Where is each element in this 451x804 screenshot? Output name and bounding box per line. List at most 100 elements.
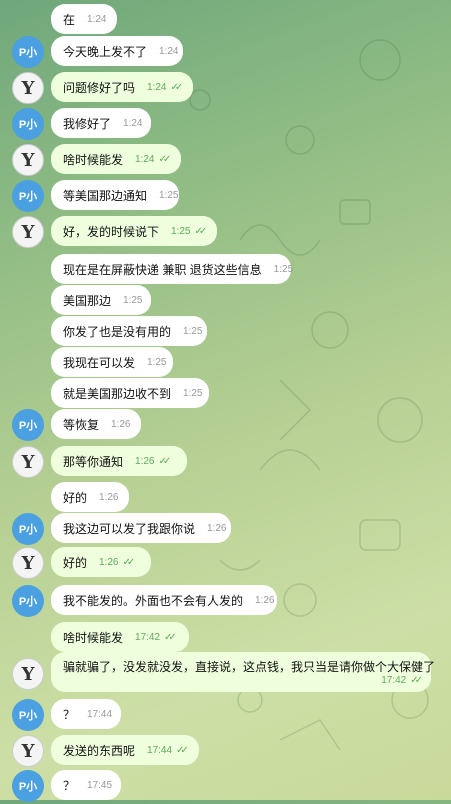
message-time: 1:26 [207, 522, 227, 534]
avatar[interactable]: Y [12, 658, 44, 690]
read-check-icon: ✓✓ [164, 631, 177, 643]
avatar[interactable]: P小 [12, 36, 44, 68]
message-text: 美国那边 [63, 293, 112, 308]
message-row: 好的 1:26 [0, 482, 451, 516]
read-check-icon: ✓✓ [122, 556, 135, 568]
message-bubble[interactable]: 啥时候能发 17:42 ✓✓ [51, 622, 189, 652]
message-bubble[interactable]: 我修好了 1:24 [51, 108, 151, 138]
message-row: Y 问题修好了吗 1:24 ✓✓ [0, 72, 451, 106]
chat-history: 在 1:24 P小 今天晚上发不了 1:24 Y 问题修好了吗 1:24 ✓✓ P小 我… [0, 0, 451, 802]
message-row: P小 我修好了 1:24 [0, 108, 451, 142]
message-bubble[interactable]: 好的 1:26 ✓✓ [51, 547, 151, 577]
message-text: 等美国那边通知 [63, 188, 148, 203]
message-time: 1:25 [183, 325, 203, 337]
read-check-icon: ✓✓ [176, 744, 189, 756]
message-text: 我现在可以发 [63, 355, 136, 370]
message-bubble[interactable]: ？ 17:44 [51, 699, 121, 729]
message-text: ？ [63, 778, 76, 793]
message-bubble[interactable]: 等恢复 1:26 [51, 409, 141, 439]
message-text: 你发了也是没有用的 [63, 324, 172, 339]
message-time: 1:25 [183, 387, 203, 399]
message-row: 啥时候能发 17:42 ✓✓ [0, 622, 451, 656]
message-time: 1:25 [147, 356, 167, 368]
message-text: 好，发的时候说下 [63, 224, 160, 239]
message-text: 问题修好了吗 [63, 80, 136, 95]
message-time: 1:25 [273, 263, 294, 275]
message-time: 1:24 [147, 81, 167, 93]
message-bubble[interactable]: 发送的东西呢 17:44 ✓✓ [51, 735, 199, 765]
message-time: 1:26 [99, 556, 119, 568]
message-bubble[interactable]: 现在是在屏蔽快递 兼职 退货这些信息 1:25 [51, 254, 294, 284]
avatar[interactable]: P小 [12, 585, 44, 617]
message-bubble[interactable]: 我这边可以发了我跟你说 1:26 [51, 513, 231, 543]
message-row: Y 骗就骗了，没发就没发，直接说，这点钱，我只当是请你做个大保健了 17:42 ✓… [0, 652, 451, 696]
message-row: Y 啥时候能发 1:24 ✓✓ [0, 144, 451, 178]
message-text: 今天晚上发不了 [63, 44, 148, 59]
message-bubble[interactable]: 在 1:24 [51, 4, 117, 34]
message-text: 我不能发的。外面也不会有人发的 [63, 593, 244, 608]
message-text: 等恢复 [63, 417, 100, 432]
avatar[interactable]: P小 [12, 180, 44, 212]
message-row: 就是美国那边收不到 1:25 [0, 378, 451, 412]
message-bubble[interactable]: 今天晚上发不了 1:24 [51, 36, 183, 66]
message-row: Y 好的 1:26 ✓✓ [0, 547, 451, 581]
message-time: 1:24 [135, 153, 155, 165]
message-bubble[interactable]: 啥时候能发 1:24 ✓✓ [51, 144, 181, 174]
avatar[interactable]: Y [12, 216, 44, 248]
message-text: 我这边可以发了我跟你说 [63, 521, 196, 536]
message-time: 1:24 [159, 45, 179, 57]
message-time: 1:26 [135, 455, 155, 467]
message-bubble[interactable]: 好的 1:26 [51, 482, 129, 512]
avatar[interactable]: Y [12, 735, 44, 767]
message-text: 骗就骗了，没发就没发，直接说，这点钱，我只当是请你做个大保健了 [63, 660, 436, 674]
read-check-icon: ✓✓ [194, 225, 207, 237]
avatar[interactable]: P小 [12, 108, 44, 140]
message-row: 现在是在屏蔽快递 兼职 退货这些信息 1:25 [0, 254, 451, 288]
message-time: 1:24 [123, 117, 143, 129]
message-bubble[interactable]: 那等你通知 1:26 ✓✓ [51, 446, 187, 476]
message-row: 你发了也是没有用的 1:25 [0, 316, 451, 350]
message-row: P小 我不能发的。外面也不会有人发的 1:26 [0, 585, 451, 619]
message-time: 1:26 [111, 418, 131, 430]
message-row: P小 等恢复 1:26 [0, 409, 451, 443]
avatar[interactable]: Y [12, 72, 44, 104]
message-row: P小 我这边可以发了我跟你说 1:26 [0, 513, 451, 547]
message-row: 我现在可以发 1:25 [0, 347, 451, 381]
read-check-icon: ✓✓ [410, 675, 423, 686]
message-time: 17:42 [135, 631, 161, 643]
read-check-icon: ✓✓ [158, 455, 171, 467]
message-row: Y 好，发的时候说下 1:25 ✓✓ [0, 216, 451, 250]
avatar[interactable]: Y [12, 144, 44, 176]
message-time: 1:26 [99, 491, 119, 503]
message-time: 1:24 [87, 13, 107, 25]
message-bubble[interactable]: 等美国那边通知 1:25 [51, 180, 179, 210]
avatar[interactable]: P小 [12, 409, 44, 441]
message-bubble[interactable]: 问题修好了吗 1:24 ✓✓ [51, 72, 193, 102]
avatar[interactable]: P小 [12, 699, 44, 731]
message-row: Y 那等你通知 1:26 ✓✓ [0, 446, 451, 480]
message-text: 啥时候能发 [63, 630, 124, 645]
message-text: 就是美国那边收不到 [63, 386, 172, 401]
message-row: P小 ？ 17:44 [0, 699, 451, 733]
message-bubble[interactable]: 骗就骗了，没发就没发，直接说，这点钱，我只当是请你做个大保健了 17:42 ✓✓ [51, 652, 435, 692]
read-check-icon: ✓✓ [158, 153, 171, 165]
message-bubble[interactable]: 就是美国那边收不到 1:25 [51, 378, 209, 408]
message-row: P小 今天晚上发不了 1:24 [0, 36, 451, 70]
avatar[interactable]: Y [12, 547, 44, 579]
message-time: 17:45 [87, 779, 113, 791]
message-bubble[interactable]: ？ 17:45 [51, 770, 121, 800]
message-text: ？ [63, 707, 76, 722]
avatar[interactable]: P小 [12, 513, 44, 545]
message-row: P小 ？ 17:45 [0, 770, 451, 804]
message-bubble[interactable]: 我现在可以发 1:25 [51, 347, 173, 377]
message-bubble[interactable]: 你发了也是没有用的 1:25 [51, 316, 207, 346]
message-time: 1:25 [171, 225, 191, 237]
message-bubble[interactable]: 美国那边 1:25 [51, 285, 151, 315]
message-time: 17:44 [147, 744, 173, 756]
message-text: 好的 [63, 490, 88, 505]
message-bubble[interactable]: 好，发的时候说下 1:25 ✓✓ [51, 216, 217, 246]
message-bubble[interactable]: 我不能发的。外面也不会有人发的 1:26 [51, 585, 277, 615]
read-check-icon: ✓✓ [170, 81, 183, 93]
avatar[interactable]: Y [12, 446, 44, 478]
avatar[interactable]: P小 [12, 770, 44, 802]
